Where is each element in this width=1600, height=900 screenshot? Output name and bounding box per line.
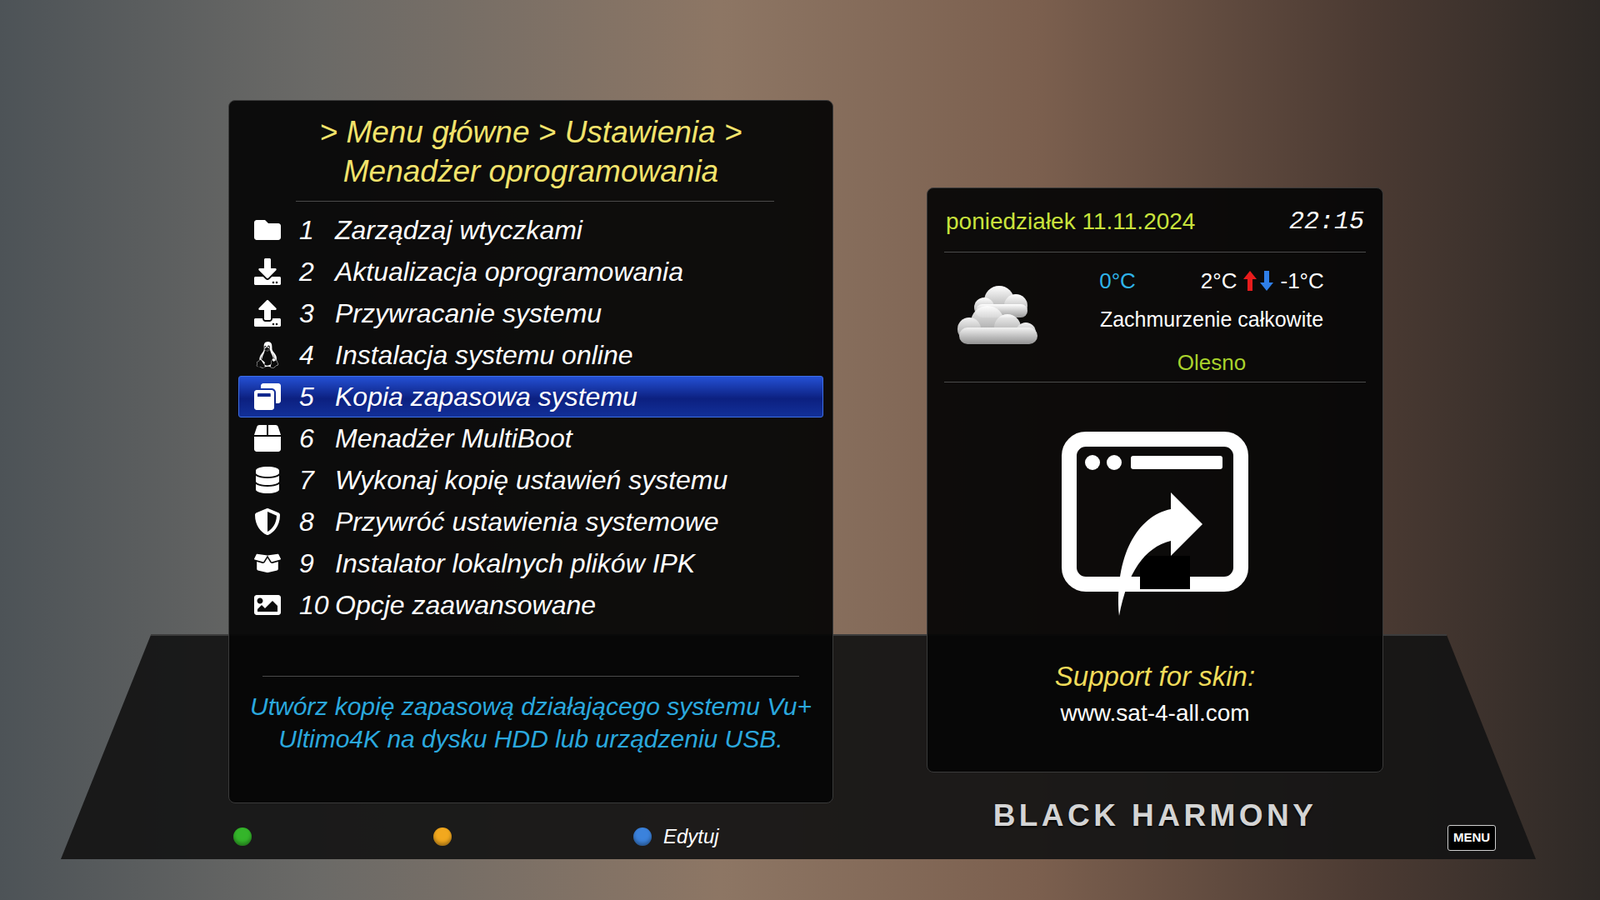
color-dot [233, 827, 252, 846]
menu-item[interactable]: 3Przywracanie systemu [238, 292, 824, 335]
clock: 22:15 [1289, 206, 1365, 237]
database-icon [254, 466, 281, 494]
item-description: Utwórz kopię zapasową działającego syste… [229, 676, 833, 767]
color-button[interactable] [233, 827, 434, 846]
menu-item[interactable]: 9Instalator lokalnych plików IPK [238, 542, 824, 585]
date: poniedziałek 11.11.2024 [945, 206, 1195, 237]
menu-item[interactable]: 7Wykonaj kopię ustawień systemu [238, 459, 824, 501]
menu-item[interactable]: 5Kopia zapasowa systemu [238, 375, 824, 418]
screen: > Menu główne > Ustawienia >Menadżer opr… [0, 0, 1600, 900]
color-button[interactable]: Edytuj [633, 821, 834, 852]
menu-item[interactable]: 8Przywróć ustawienia systemowe [238, 500, 824, 543]
high-temperature: 2°C [1200, 265, 1238, 298]
image-icon [254, 591, 281, 619]
separator [295, 200, 775, 202]
system-backup-icon [1060, 430, 1250, 620]
support-url: www.sat-4-all.com [927, 699, 1383, 761]
menu-panel: > Menu główne > Ustawienia >Menadżer opr… [228, 100, 834, 804]
color-dot [633, 827, 652, 846]
menu-item[interactable]: 6Menadżer MultiBoot [238, 417, 824, 460]
menu-list: 1Zarządzaj wtyczkami2Aktualizacja oprogr… [238, 209, 824, 626]
penguin-icon [254, 341, 281, 369]
low-temperature: -1°C [1280, 265, 1324, 298]
color-dot [433, 827, 452, 846]
separator [262, 675, 800, 677]
menu-item[interactable]: 4Instalacja systemu online [238, 334, 824, 376]
temperature-trend-icon [1241, 269, 1275, 293]
box-icon [254, 425, 281, 452]
current-temperature: 0°C [1099, 265, 1136, 298]
weather-condition: Zachmurzenie całkowite [1100, 305, 1324, 333]
color-buttons-bar: Edytuj [228, 821, 834, 852]
shield-icon [254, 508, 281, 535]
download-icon [254, 258, 281, 285]
menu-key[interactable]: MENU [1447, 825, 1496, 851]
separator [944, 251, 1366, 253]
menu-item[interactable]: 1Zarządzaj wtyczkami [238, 209, 824, 251]
folder-icon [254, 216, 281, 244]
cloud-icon [947, 279, 1050, 351]
skin-logo: BLACK HARMONY [993, 797, 1318, 835]
open-box-icon [254, 550, 281, 577]
window-backup-icon [254, 383, 281, 410]
color-button[interactable] [433, 827, 634, 846]
separator [944, 381, 1366, 383]
upload-icon [254, 300, 281, 327]
menu-item[interactable]: 10Opcje zaawansowane [238, 584, 824, 626]
city: Olesno [1177, 349, 1246, 376]
weather: 0°C 2°C -1°C Zachmurzenie całkowite Olesno [927, 252, 1383, 382]
menu-item[interactable]: 2Aktualizacja oprogramowania [238, 250, 824, 293]
support-label: Support for skin: [927, 660, 1383, 694]
breadcrumb: > Menu główne > Ustawienia >Menadżer opr… [229, 100, 833, 191]
info-panel: poniedziałek 11.11.2024 22:15 0°C 2°C -1°C Za… [926, 187, 1384, 773]
